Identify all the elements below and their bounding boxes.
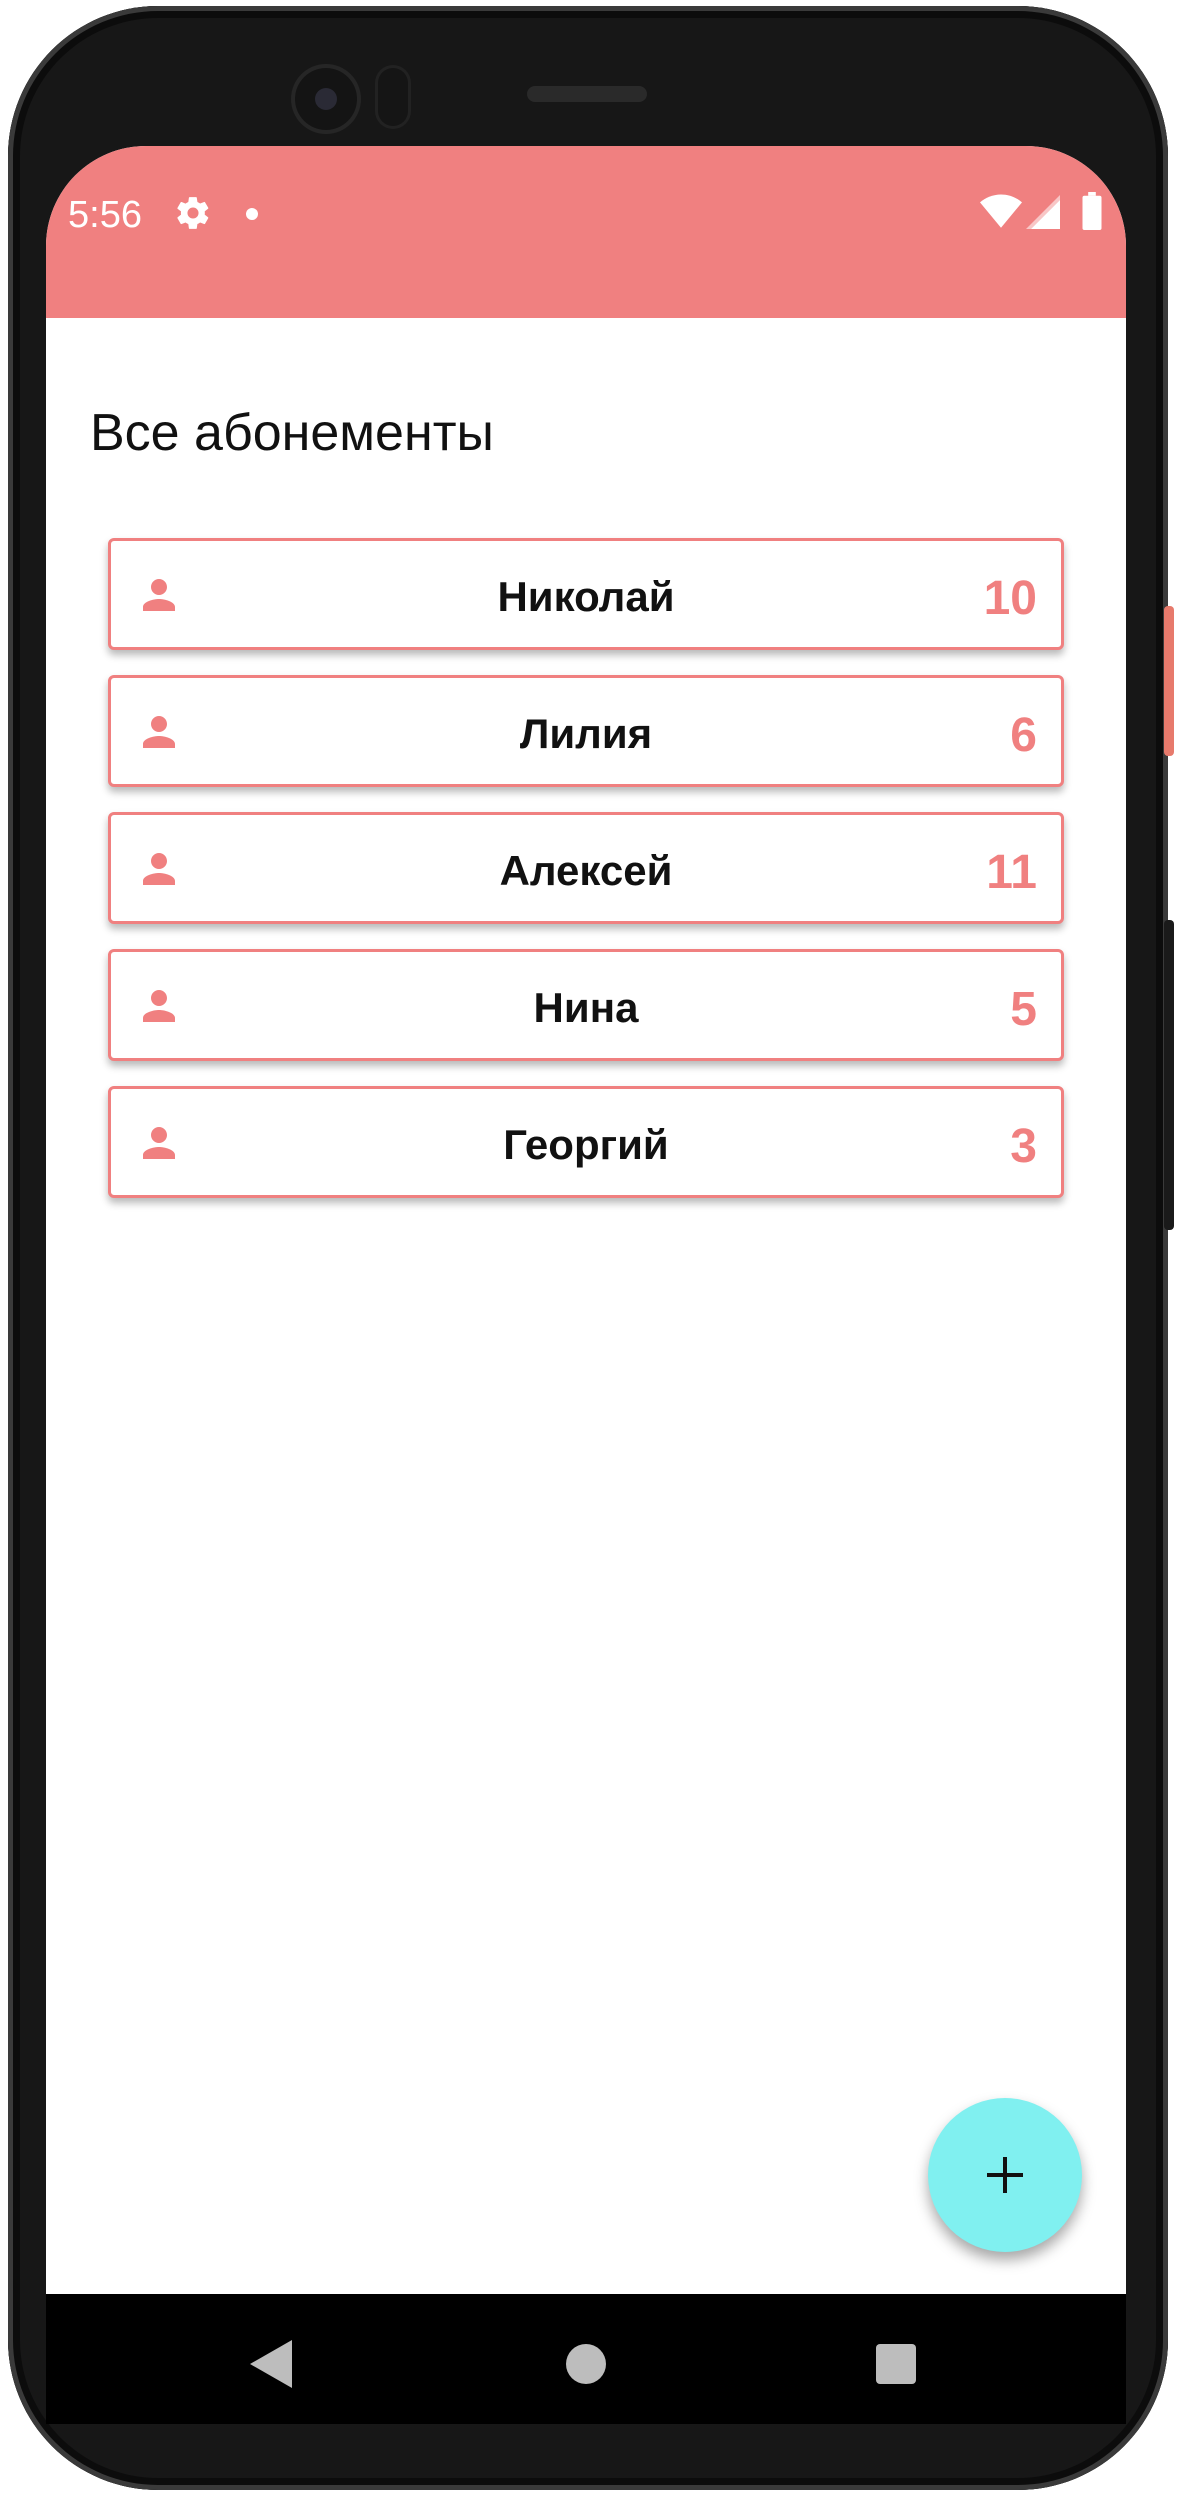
volume-button — [1164, 920, 1174, 1230]
add-subscription-button[interactable] — [928, 2098, 1082, 2252]
battery-icon — [1082, 192, 1102, 230]
subscriber-name: Николай — [497, 573, 675, 620]
subscription-card[interactable]: Нина 5 — [108, 949, 1064, 1061]
plus-icon — [987, 2157, 1023, 2193]
signal-icon — [1026, 195, 1060, 229]
subscription-count: 10 — [983, 572, 1037, 625]
subscriber-name: Нина — [533, 984, 639, 1031]
proximity-sensor — [378, 68, 408, 126]
front-camera — [295, 68, 357, 130]
subscription-count: 3 — [1010, 1120, 1037, 1173]
status-time: 5:56 — [68, 194, 142, 236]
notification-dot-icon — [246, 208, 258, 220]
back-icon[interactable] — [250, 2340, 292, 2388]
subscription-card[interactable]: Георгий 3 — [108, 1086, 1064, 1198]
subscription-count: 11 — [986, 846, 1037, 899]
subscription-card[interactable]: Алексей 11 — [108, 812, 1064, 924]
subscriber-name: Георгий — [503, 1121, 669, 1168]
status-bar: 5:56 — [46, 146, 1126, 318]
subscription-count: 5 — [1010, 983, 1037, 1036]
wifi-icon — [980, 194, 1022, 228]
navigation-bar — [46, 2294, 1126, 2424]
subscriber-name: Алексей — [499, 847, 673, 894]
subscriber-name: Лилия — [519, 710, 653, 757]
subscription-list: Николай 10 Лилия 6 Алексей 11 Нина 5 Гео… — [108, 538, 1064, 1223]
subscription-card[interactable]: Николай 10 — [108, 538, 1064, 650]
home-icon[interactable] — [566, 2344, 606, 2384]
screen: 5:56 Все абонементы Николай 10 Лилия 6 А… — [46, 146, 1126, 2424]
earpiece-speaker — [527, 86, 647, 102]
gear-icon — [177, 197, 209, 229]
power-button — [1164, 606, 1174, 756]
recents-icon[interactable] — [876, 2344, 916, 2384]
phone-frame: 5:56 Все абонементы Николай 10 Лилия 6 А… — [0, 0, 1178, 2498]
subscription-count: 6 — [1010, 709, 1037, 762]
subscription-card[interactable]: Лилия 6 — [108, 675, 1064, 787]
page-title: Все абонементы — [90, 403, 494, 462]
